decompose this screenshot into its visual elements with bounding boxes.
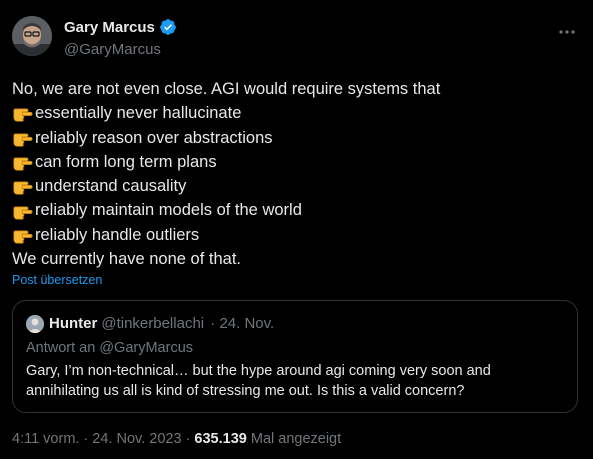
timestamp-link[interactable]: 4:11 vorm. · 24. Nov. 2023 ·	[12, 431, 190, 447]
quoted-date[interactable]: · 24. Nov.	[210, 315, 274, 332]
view-count-label: Mal angezeigt	[250, 431, 342, 447]
quoted-author-name[interactable]: Hunter	[49, 315, 97, 332]
more-options-button[interactable]	[553, 20, 581, 40]
pointing-hand-icon	[12, 200, 34, 222]
view-count: 635.139	[194, 431, 247, 447]
bullet-item: reliably maintain models of the world	[12, 198, 582, 222]
bullet-item: can form long term plans	[12, 150, 582, 174]
quoted-tweet[interactable]: Hunter @tinkerbellachi · 24. Nov. Antwort…	[12, 300, 578, 413]
translate-post-link[interactable]: Post übersetzen	[12, 273, 102, 287]
pointing-hand-icon	[12, 127, 34, 149]
bullet-text: essentially never hallucinate	[35, 104, 242, 123]
bullet-text: reliably maintain models of the world	[35, 201, 302, 220]
author-avatar[interactable]	[12, 16, 52, 56]
pointing-hand-icon	[12, 151, 34, 173]
verified-badge-icon[interactable]	[159, 18, 177, 36]
bullet-text: understand causality	[35, 177, 187, 196]
bullet-text: can form long term plans	[35, 152, 217, 171]
quoted-text: Gary, I’m non-technical… but the hype ar…	[26, 363, 491, 399]
author-name-text: Gary Marcus	[64, 18, 155, 36]
bullet-item: essentially never hallucinate	[12, 101, 582, 125]
pointing-hand-icon	[12, 175, 34, 197]
quoted-reply-to: Antwort an @GaryMarcus	[26, 340, 194, 356]
pointing-hand-icon	[12, 102, 34, 124]
author-name[interactable]: Gary Marcus	[64, 18, 177, 36]
tweet-intro: No, we are not even close. AGI would req…	[12, 80, 441, 98]
tweet-text: No, we are not even close. AGI would req…	[12, 77, 582, 271]
quoted-author-avatar[interactable]	[26, 315, 44, 333]
bullet-text: reliably handle outliers	[35, 225, 200, 244]
more-horizontal-icon	[558, 22, 576, 39]
bullet-text: reliably reason over abstractions	[35, 128, 273, 147]
quoted-author-handle[interactable]: @tinkerbellachi	[101, 315, 204, 332]
bullet-item: reliably handle outliers	[12, 223, 582, 247]
tweet-meta: 4:11 vorm. · 24. Nov. 2023 · 635.139 Mal…	[12, 431, 341, 447]
tweet-outro: We currently have none of that.	[12, 250, 241, 269]
author-handle[interactable]: @GaryMarcus	[64, 41, 161, 58]
bullet-item: reliably reason over abstractions	[12, 126, 582, 150]
pointing-hand-icon	[12, 224, 34, 246]
bullet-list: essentially never hallucinate reliably re…	[12, 101, 582, 247]
tweet[interactable]: Gary Marcus @GaryMarcus No, we are not e…	[0, 0, 593, 459]
bullet-item: understand causality	[12, 174, 582, 198]
quoted-header: Hunter @tinkerbellachi · 24. Nov.	[49, 315, 274, 332]
